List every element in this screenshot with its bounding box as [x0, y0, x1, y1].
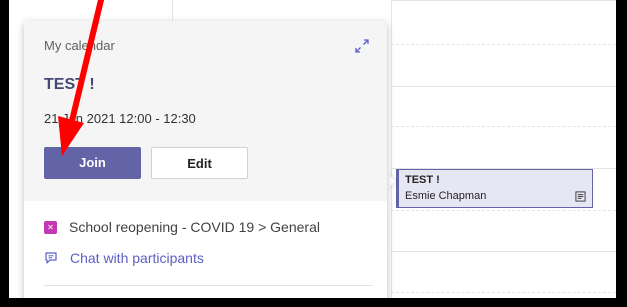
calendar-view: TEST ! Esmie Chapman My calendar TEST ! … — [9, 0, 616, 298]
calendar-hour-line — [391, 251, 616, 252]
edit-button[interactable]: Edit — [151, 147, 248, 179]
calendar-half-hour-line — [391, 292, 616, 293]
calendar-half-hour-line — [391, 44, 616, 45]
chat-with-participants-link[interactable]: Chat with participants — [44, 250, 204, 266]
channel-link[interactable]: ✕ School reopening - COVID 19 > General — [44, 219, 320, 235]
event-title: TEST ! — [44, 76, 95, 93]
event-details-popup: My calendar TEST ! 21 Jan 2021 12:00 - 1… — [24, 21, 387, 298]
event-time: 21 Jan 2021 12:00 - 12:30 — [44, 111, 196, 126]
team-icon: ✕ — [44, 220, 57, 234]
calendar-name: My calendar — [44, 38, 115, 53]
calendar-half-hour-line — [391, 210, 616, 211]
join-button[interactable]: Join — [44, 147, 141, 179]
event-details-icon — [575, 191, 586, 202]
event-block-organizer: Esmie Chapman — [405, 190, 487, 202]
expand-icon[interactable] — [354, 38, 370, 54]
calendar-event-block[interactable]: TEST ! Esmie Chapman — [396, 169, 593, 208]
calendar-hour-line — [391, 86, 616, 87]
event-block-title: TEST ! — [405, 174, 440, 186]
calendar-half-hour-line — [391, 126, 616, 127]
calendar-hour-line — [391, 0, 616, 1]
chat-label: Chat with participants — [70, 250, 204, 266]
divider — [44, 285, 373, 286]
channel-label: School reopening - COVID 19 > General — [69, 219, 320, 235]
chat-icon — [45, 252, 57, 264]
